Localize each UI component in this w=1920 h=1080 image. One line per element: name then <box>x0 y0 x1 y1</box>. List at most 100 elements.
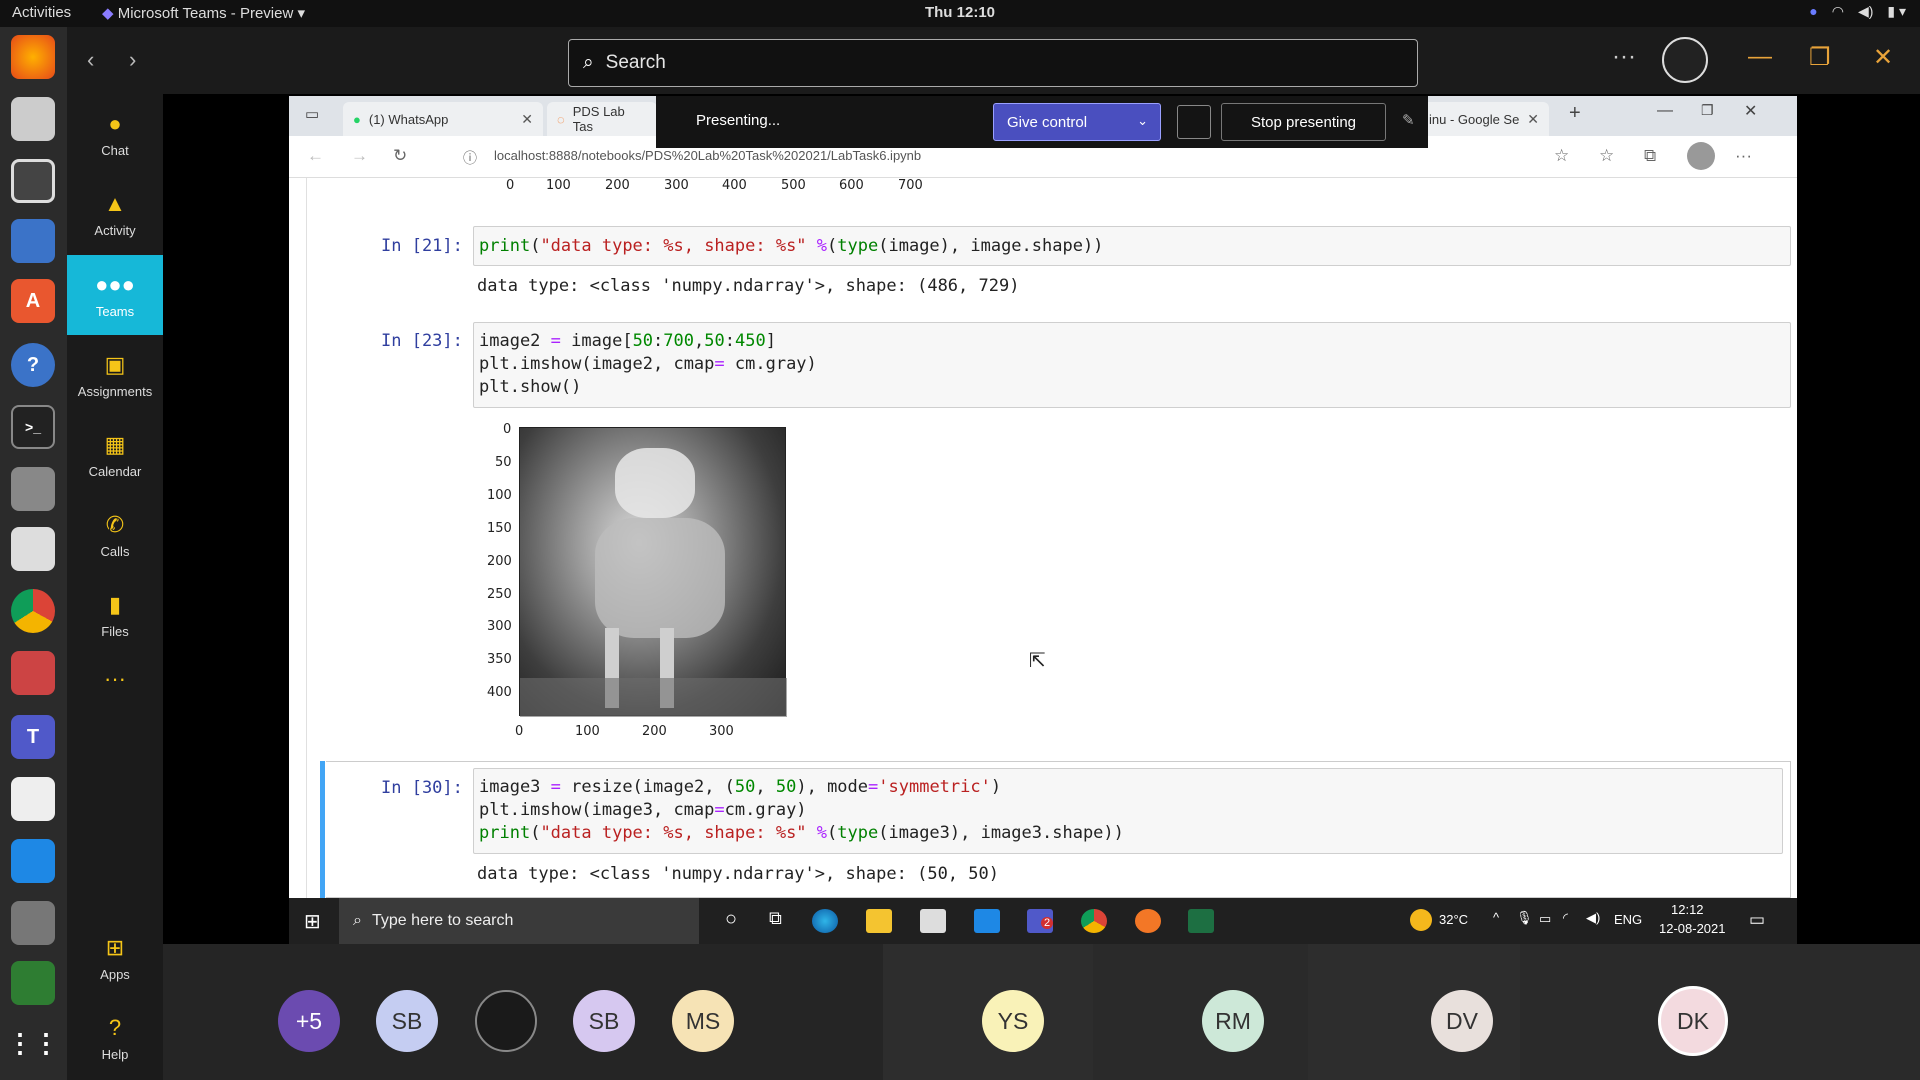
avatar[interactable]: RM <box>1202 990 1264 1052</box>
tab-actions-icon[interactable]: ▭ <box>305 105 319 123</box>
rail-item-apps[interactable]: ⊞ Apps <box>67 918 163 998</box>
weather-temp[interactable]: 32°C <box>1439 912 1468 927</box>
store-icon[interactable] <box>920 909 946 933</box>
edge-icon[interactable] <box>812 909 838 933</box>
overflow-participants[interactable]: +5 <box>278 990 340 1052</box>
forward-arrow-icon[interactable]: › <box>129 47 136 73</box>
back-arrow-icon[interactable]: ‹ <box>87 47 94 73</box>
weather-icon[interactable] <box>1410 909 1432 931</box>
system-tray[interactable]: ● ◠ ◀) ▮ ▾ <box>1809 3 1906 20</box>
code-cell[interactable]: print("data type: %s, shape: %s" %(type(… <box>473 226 1791 266</box>
browser-minimize-icon[interactable]: — <box>1657 102 1673 120</box>
collections-icon[interactable]: ⧉ <box>1644 146 1656 166</box>
files-drawer-icon[interactable] <box>11 97 55 141</box>
browser-profile-icon[interactable] <box>1687 142 1715 170</box>
code-cell[interactable]: image2 = image[50:700,50:450] plt.imshow… <box>473 322 1791 408</box>
back-icon[interactable]: ← <box>307 146 324 166</box>
search-input[interactable] <box>605 52 1306 74</box>
avatar[interactable]: YS <box>982 990 1044 1052</box>
windows-search-box[interactable]: ⌕ Type here to search <box>339 898 699 944</box>
cortana-icon[interactable]: ○ <box>725 908 737 931</box>
include-audio-icon[interactable] <box>1177 105 1211 139</box>
monitor-icon[interactable] <box>11 961 55 1005</box>
app-menu[interactable]: ◆ Microsoft Teams - Preview ▾ <box>102 4 305 22</box>
terminal-icon[interactable]: >_ <box>11 405 55 449</box>
rail-item-activity[interactable]: ▲ Activity <box>67 174 163 254</box>
file-explorer-icon[interactable] <box>866 909 892 933</box>
avatar[interactable]: MS <box>672 990 734 1052</box>
screenshot-icon[interactable] <box>11 777 55 821</box>
task-view-icon[interactable]: ⧉ <box>769 908 782 929</box>
language-indicator[interactable]: ENG <box>1614 912 1642 927</box>
tab-whatsapp[interactable]: ● (1) WhatsApp ✕ <box>343 102 543 136</box>
rail-item-assignments[interactable]: ▣ Assignments <box>67 335 163 415</box>
minimize-icon[interactable]: — <box>1748 43 1772 71</box>
url-field[interactable]: localhost:8888/notebooks/PDS%20Lab%20Tas… <box>494 148 921 163</box>
teams-tray-icon[interactable]: ● <box>1809 3 1817 20</box>
help-dock-icon[interactable]: ? <box>11 343 55 387</box>
rail-item-teams[interactable]: ●●● Teams <box>67 255 163 335</box>
image-viewer-icon[interactable] <box>11 901 55 945</box>
code-cell[interactable]: image3 = resize(image2, (50, 50), mode='… <box>473 768 1783 854</box>
teams-dock-icon[interactable]: T <box>11 715 55 759</box>
activities-button[interactable]: Activities <box>12 4 71 21</box>
jupyter-taskbar-icon[interactable] <box>1135 909 1161 933</box>
rail-more-button[interactable]: ··· <box>67 654 163 704</box>
avatar-image[interactable] <box>475 990 537 1052</box>
maximize-icon[interactable]: ❐ <box>1809 43 1831 72</box>
avatar[interactable]: SB <box>573 990 635 1052</box>
rail-item-calendar[interactable]: ▦ Calendar <box>67 415 163 495</box>
excel-icon[interactable] <box>1188 909 1214 933</box>
close-tab-icon[interactable]: ✕ <box>521 111 533 128</box>
rhythmbox-icon[interactable] <box>11 159 55 203</box>
profile-avatar[interactable] <box>1662 37 1708 83</box>
battery-tray-icon[interactable]: ▭ <box>1539 911 1551 927</box>
tray-chevron-icon[interactable]: ^ <box>1493 910 1499 925</box>
give-control-button[interactable]: Give control ⌄ <box>993 103 1161 141</box>
chrome-taskbar-icon[interactable] <box>1081 909 1107 933</box>
reload-icon[interactable]: ↻ <box>393 146 407 166</box>
search-box[interactable]: ⌕ <box>568 39 1418 87</box>
windows-start-icon[interactable]: ⊞ <box>304 909 321 934</box>
microphone-icon[interactable]: 🎙 <box>1516 910 1533 926</box>
show-apps-icon[interactable]: ⋮⋮ <box>7 1021 59 1065</box>
avatar[interactable]: DV <box>1431 990 1493 1052</box>
info-icon[interactable]: ⓘ <box>463 148 477 168</box>
taskbar-time[interactable]: 12:12 <box>1671 902 1704 917</box>
calculator-icon[interactable] <box>11 527 55 571</box>
software-icon[interactable]: A <box>11 279 55 323</box>
vscode-icon[interactable] <box>11 839 55 883</box>
speaker-icon[interactable]: ◀) <box>1586 910 1600 926</box>
writer-icon[interactable] <box>11 219 55 263</box>
taskbar-date[interactable]: 12-08-2021 <box>1659 921 1726 936</box>
rail-item-files[interactable]: ▮ Files <box>67 575 163 655</box>
browser-restore-icon[interactable]: ❐ <box>1701 102 1714 119</box>
clock[interactable]: Thu 12:10 <box>925 4 995 21</box>
teams-taskbar-icon[interactable]: 2 <box>1027 909 1054 933</box>
avatar[interactable]: SB <box>376 990 438 1052</box>
close-tab-icon[interactable]: ✕ <box>1527 111 1539 128</box>
mail-icon[interactable] <box>974 909 1000 933</box>
firefox-icon[interactable] <box>11 35 55 79</box>
browser-menu-icon[interactable]: ··· <box>1735 146 1752 166</box>
tab-google[interactable]: inu - Google Se ✕ <box>1419 102 1549 136</box>
browser-close-icon[interactable]: ✕ <box>1744 101 1757 121</box>
close-icon[interactable]: ✕ <box>1873 43 1893 72</box>
tab-pds-lab[interactable]: ◌ PDS Lab Tas <box>547 102 657 136</box>
notifications-icon[interactable]: ▭ <box>1749 910 1765 930</box>
network-icon[interactable]: ◜ <box>1563 910 1568 926</box>
settings-tool-icon[interactable] <box>11 651 55 695</box>
rail-item-calls[interactable]: ✆ Calls <box>67 495 163 575</box>
new-tab-icon[interactable]: + <box>1569 102 1581 125</box>
more-options-button[interactable]: ··· <box>1612 43 1636 71</box>
rail-item-chat[interactable]: ● Chat <box>67 94 163 174</box>
pin-icon[interactable]: ✎ <box>1402 111 1415 129</box>
printer-icon[interactable] <box>11 467 55 511</box>
avatar[interactable]: DK <box>1658 986 1728 1056</box>
forward-icon[interactable]: → <box>351 146 368 166</box>
favorites-icon[interactable]: ☆ <box>1599 146 1614 166</box>
rail-item-help[interactable]: ? Help <box>67 998 163 1078</box>
chrome-icon[interactable] <box>11 589 55 633</box>
add-favorite-icon[interactable]: ☆ <box>1554 146 1569 166</box>
stop-presenting-button[interactable]: Stop presenting <box>1221 103 1386 141</box>
